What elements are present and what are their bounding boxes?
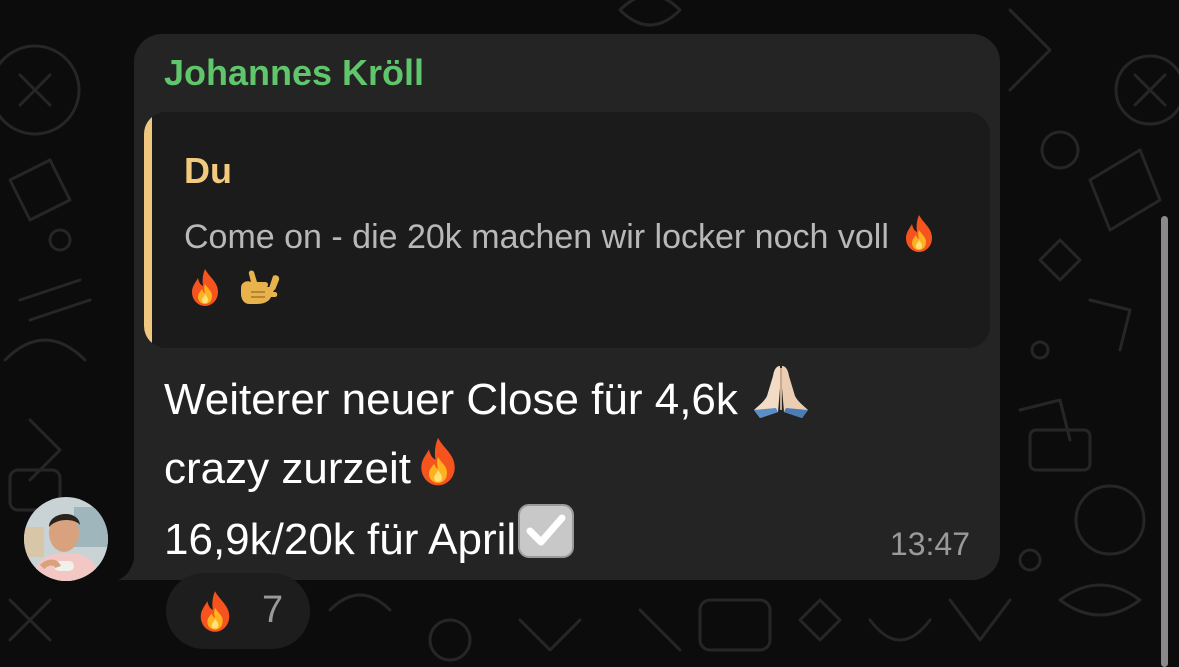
avatar-photo	[24, 497, 108, 581]
fire-emoji-icon	[192, 269, 218, 306]
reaction-count: 7	[262, 589, 284, 631]
folded-hands-emoji-icon	[754, 366, 809, 418]
message-line: crazy zurzeit	[164, 433, 924, 502]
quote-author: Du	[184, 150, 232, 191]
bubble-tail	[118, 540, 154, 580]
quote-accent-bar	[144, 112, 152, 348]
scrollbar[interactable]	[1161, 216, 1168, 667]
message-timestamp: 13:47	[889, 526, 970, 562]
reaction-chip[interactable]: 7	[166, 573, 310, 649]
fire-emoji-icon	[200, 591, 230, 632]
check-box-emoji-icon	[518, 504, 575, 558]
message-line-text: Weiterer neuer Close für 4,6k	[164, 375, 738, 424]
avatar[interactable]	[24, 497, 108, 581]
sender-name[interactable]: Johannes Kröll	[164, 52, 424, 94]
call-me-hand-emoji-icon	[241, 270, 280, 304]
message-line-text: crazy zurzeit	[164, 444, 411, 493]
quote-text-body: Come on - die 20k machen wir locker noch…	[184, 218, 889, 256]
message-line: 16,9k/20k für April	[164, 502, 924, 573]
fire-emoji-icon	[421, 437, 455, 486]
message-line: Weiterer neuer Close für 4,6k	[164, 364, 924, 433]
reply-quote[interactable]: Du Come on - die 20k machen wir locker n…	[144, 112, 990, 348]
chat-background: Johannes Kröll Du Come on - die 20k mach…	[0, 0, 1179, 667]
message-bubble[interactable]: Johannes Kröll Du Come on - die 20k mach…	[134, 34, 1000, 580]
message-text: Weiterer neuer Close für 4,6k crazy zurz…	[164, 364, 924, 573]
quote-text: Come on - die 20k machen wir locker noch…	[184, 210, 974, 318]
message-line-text: 16,9k/20k für April	[164, 515, 517, 564]
fire-emoji-icon	[906, 215, 933, 252]
